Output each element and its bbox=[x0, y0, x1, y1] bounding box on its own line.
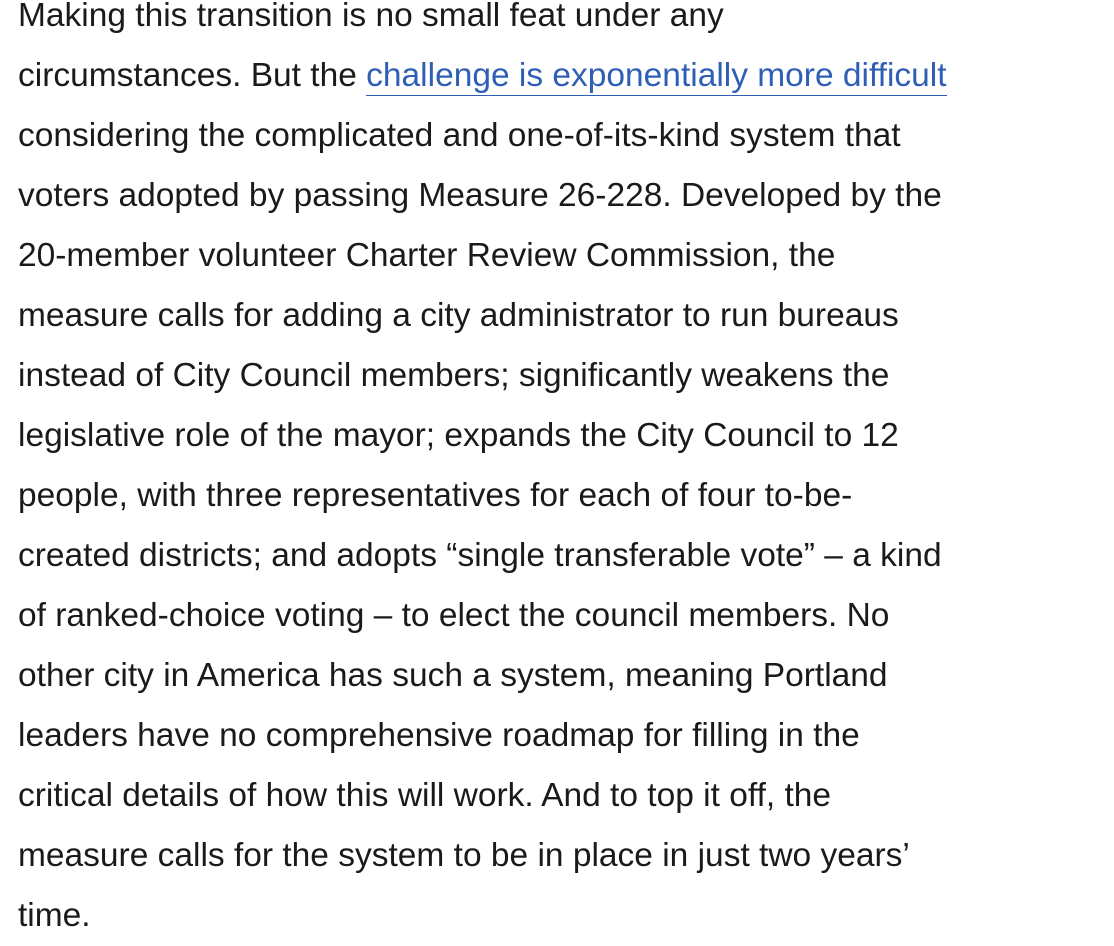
text-line: voters adopted by passing Measure 26-228… bbox=[18, 177, 942, 214]
text-line: people, with three representatives for e… bbox=[18, 477, 853, 514]
text-line: time. bbox=[18, 897, 91, 934]
text-line: instead of City Council members; signifi… bbox=[18, 357, 890, 394]
text-line: considering the complicated and one-of-i… bbox=[18, 117, 901, 154]
text-line: other city in America has such a system,… bbox=[18, 657, 888, 694]
text-segment: circumstances. But the bbox=[18, 57, 367, 94]
text-line: of ranked-choice voting – to elect the c… bbox=[18, 597, 890, 634]
text-line: Making this transition is no small feat … bbox=[18, 0, 724, 34]
challenge-article-link[interactable]: challenge is exponentially more difficul… bbox=[366, 57, 947, 96]
text-line: created districts; and adopts “single tr… bbox=[18, 537, 942, 574]
text-line: 20-member volunteer Charter Review Commi… bbox=[18, 237, 836, 274]
text-line: measure calls for the system to be in pl… bbox=[18, 837, 910, 874]
text-line: critical details of how this will work. … bbox=[18, 777, 832, 814]
text-line-with-link: circumstances. But the challenge is expo… bbox=[18, 46, 1108, 106]
text-line: measure calls for adding a city administ… bbox=[18, 297, 899, 334]
text-line: leaders have no comprehensive roadmap fo… bbox=[18, 717, 860, 754]
text-line: legislative role of the mayor; expands t… bbox=[18, 417, 899, 454]
article-paragraph: Making this transition is no small feat … bbox=[18, 0, 1108, 946]
